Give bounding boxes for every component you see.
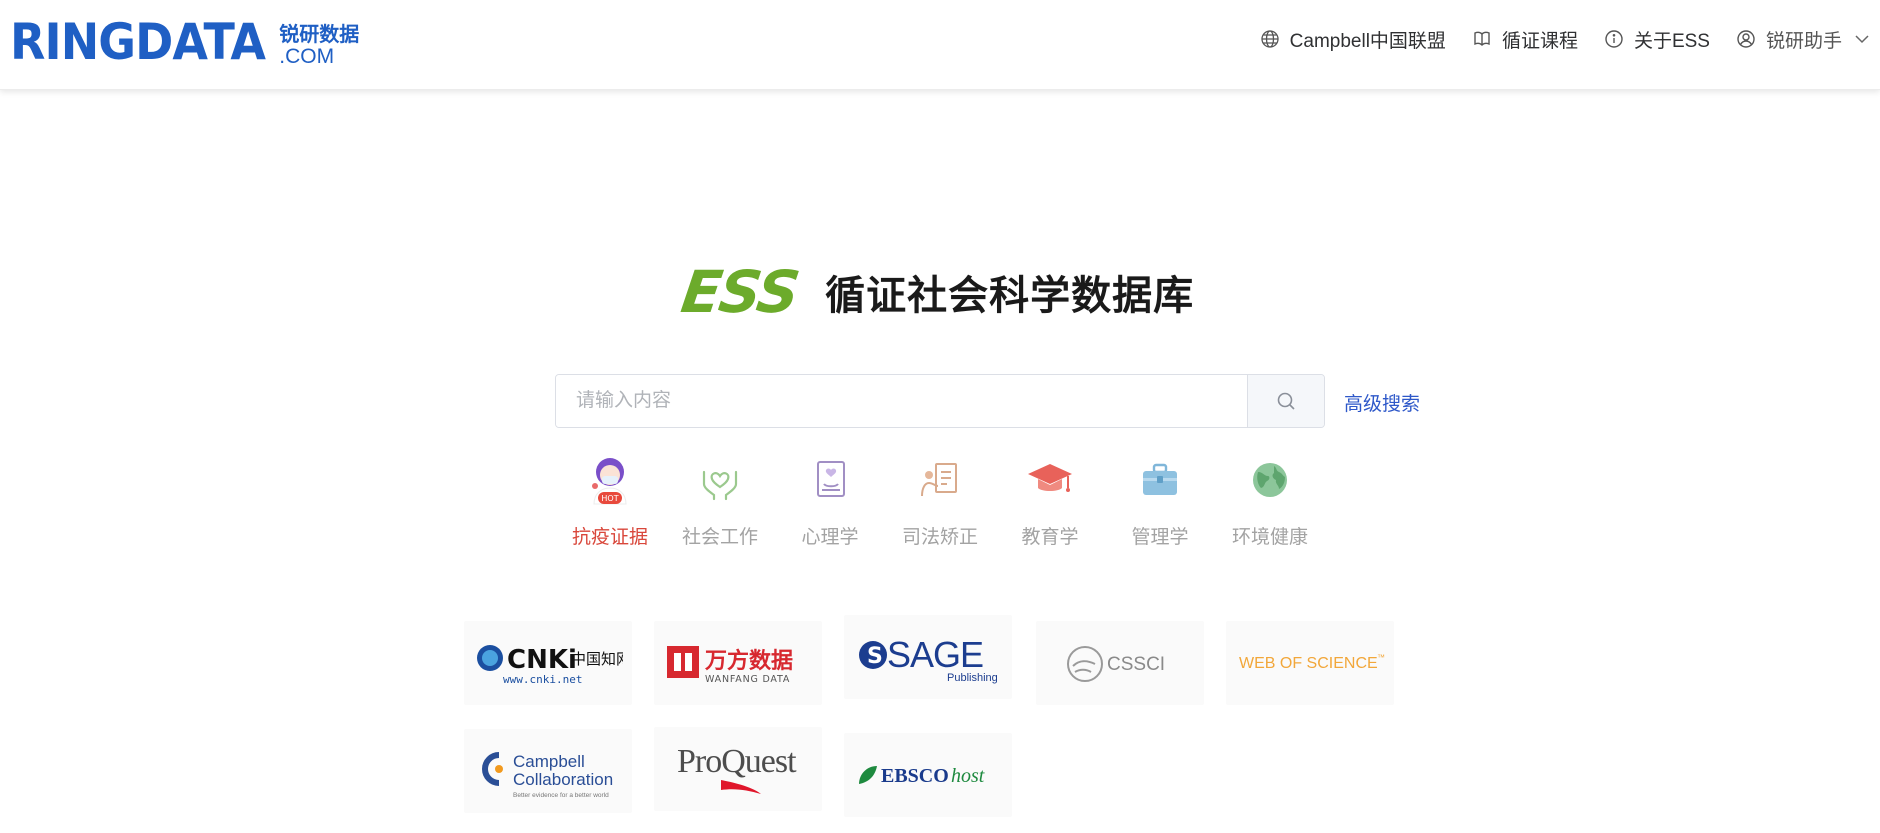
wanfang-cn: 万方数据 — [704, 648, 793, 674]
user-icon — [1737, 30, 1755, 48]
category-label: 社会工作 — [681, 527, 758, 548]
judge-board-icon — [910, 450, 970, 510]
hot-doctor-icon: HOT — [580, 450, 640, 510]
proquest-wordmark: ProQuest — [677, 743, 797, 780]
globe-earth-icon — [1240, 450, 1300, 510]
category-label: 心理学 — [801, 527, 859, 548]
heart-hands-icon — [690, 450, 750, 510]
cnki-wordmark: CNKi — [507, 645, 577, 675]
category-social-work[interactable]: 社会工作 — [665, 450, 775, 549]
category-environment[interactable]: 环境健康 — [1215, 450, 1325, 549]
category-label: 教育学 — [1021, 527, 1079, 548]
campbell-line2: Collaboration — [513, 770, 613, 789]
category-label: 管理学 — [1131, 527, 1189, 548]
nav-about[interactable]: 关于ESS — [1604, 26, 1710, 53]
hot-badge: HOT — [601, 494, 618, 503]
nav-campbell-label: Campbell中国联盟 — [1289, 30, 1446, 52]
category-label: 环境健康 — [1231, 527, 1308, 548]
campbell-line1: Campbell — [513, 752, 585, 771]
campbell-tagline: Better evidence for a better world — [513, 792, 609, 799]
cnki-url: www.cnki.net — [503, 673, 582, 686]
graduation-cap-icon — [1020, 450, 1080, 510]
category-judicial[interactable]: 司法矫正 — [885, 450, 995, 549]
nav-campbell[interactable]: Campbell中国联盟 — [1260, 26, 1446, 53]
ebsco-wordmark: EBSCO — [881, 765, 949, 787]
globe-icon — [1261, 30, 1279, 48]
top-header: RINGDATA 锐研数据 .COM Campbell中国联盟 循证课程 关于E… — [0, 0, 1880, 90]
category-management[interactable]: 管理学 — [1105, 450, 1215, 549]
book-icon — [1474, 31, 1490, 46]
ringdata-logo[interactable]: RINGDATA 锐研数据 .COM — [10, 14, 359, 70]
chevron-down-icon — [1855, 35, 1869, 44]
search-button[interactable] — [1247, 375, 1324, 427]
search-bar — [555, 374, 1325, 428]
advanced-search-link[interactable]: 高级搜索 — [1344, 389, 1420, 416]
category-education[interactable]: 教育学 — [995, 450, 1105, 549]
nav-user-label: 锐研助手 — [1765, 30, 1842, 52]
wos-tm: ™ — [1377, 653, 1385, 662]
partner-proquest[interactable]: ProQuest — [654, 727, 822, 811]
svg-text:S: S — [867, 644, 883, 669]
cnki-cn: 中国知网 — [571, 650, 623, 668]
partner-sage[interactable]: S SAGE Publishing — [844, 615, 1012, 699]
category-label: 司法矫正 — [901, 527, 978, 548]
category-label: 抗疫证据 — [571, 527, 648, 548]
sage-wordmark: SAGE — [887, 634, 983, 675]
partner-wanfang[interactable]: 万方数据 WANFANG DATA — [654, 621, 822, 705]
partner-ebscohost[interactable]: EBSCO host — [844, 733, 1012, 817]
logo-side: 锐研数据 .COM — [279, 14, 359, 68]
top-nav: Campbell中国联盟 循证课程 关于ESS 锐研助手 — [1234, 24, 1870, 54]
ess-logo: ESS — [677, 258, 802, 326]
category-list: HOT 抗疫证据 社会工作 心理学 司法矫正 教育学 管理学 环境健康 — [555, 450, 1325, 549]
cssci-wordmark: CSSCI — [1107, 654, 1165, 675]
logo-cn: 锐研数据 — [279, 24, 360, 46]
wanfang-en: WANFANG DATA — [705, 674, 790, 685]
page-title: ESS 循证社会科学数据库 — [677, 258, 1195, 326]
psychology-book-icon — [800, 450, 860, 510]
partner-cssci[interactable]: CSSCI — [1036, 621, 1204, 705]
info-icon — [1605, 30, 1623, 48]
category-epidemic[interactable]: HOT 抗疫证据 — [555, 450, 665, 549]
page-title-text: 循证社会科学数据库 — [825, 274, 1195, 318]
nav-courses-label: 循证课程 — [1501, 30, 1578, 52]
nav-about-label: 关于ESS — [1633, 30, 1710, 52]
search-input[interactable] — [556, 375, 1247, 427]
partner-web-of-science[interactable]: WEB OF SCIENCE ™ — [1226, 621, 1394, 705]
logo-com: .COM — [279, 45, 335, 68]
nav-user-menu[interactable]: 锐研助手 — [1736, 26, 1870, 53]
logo-wordmark: RINGDATA — [10, 13, 266, 71]
partner-campbell[interactable]: Campbell Collaboration Better evidence f… — [464, 729, 632, 813]
wos-wordmark: WEB OF SCIENCE — [1239, 655, 1378, 672]
category-psychology[interactable]: 心理学 — [775, 450, 885, 549]
partner-cnki[interactable]: CNKi 中国知网 www.cnki.net — [464, 621, 632, 705]
nav-courses[interactable]: 循证课程 — [1472, 26, 1578, 53]
sage-sub: Publishing — [947, 672, 998, 684]
search-icon — [1277, 392, 1295, 410]
ebsco-host: host — [951, 765, 985, 787]
briefcase-icon — [1130, 450, 1190, 510]
